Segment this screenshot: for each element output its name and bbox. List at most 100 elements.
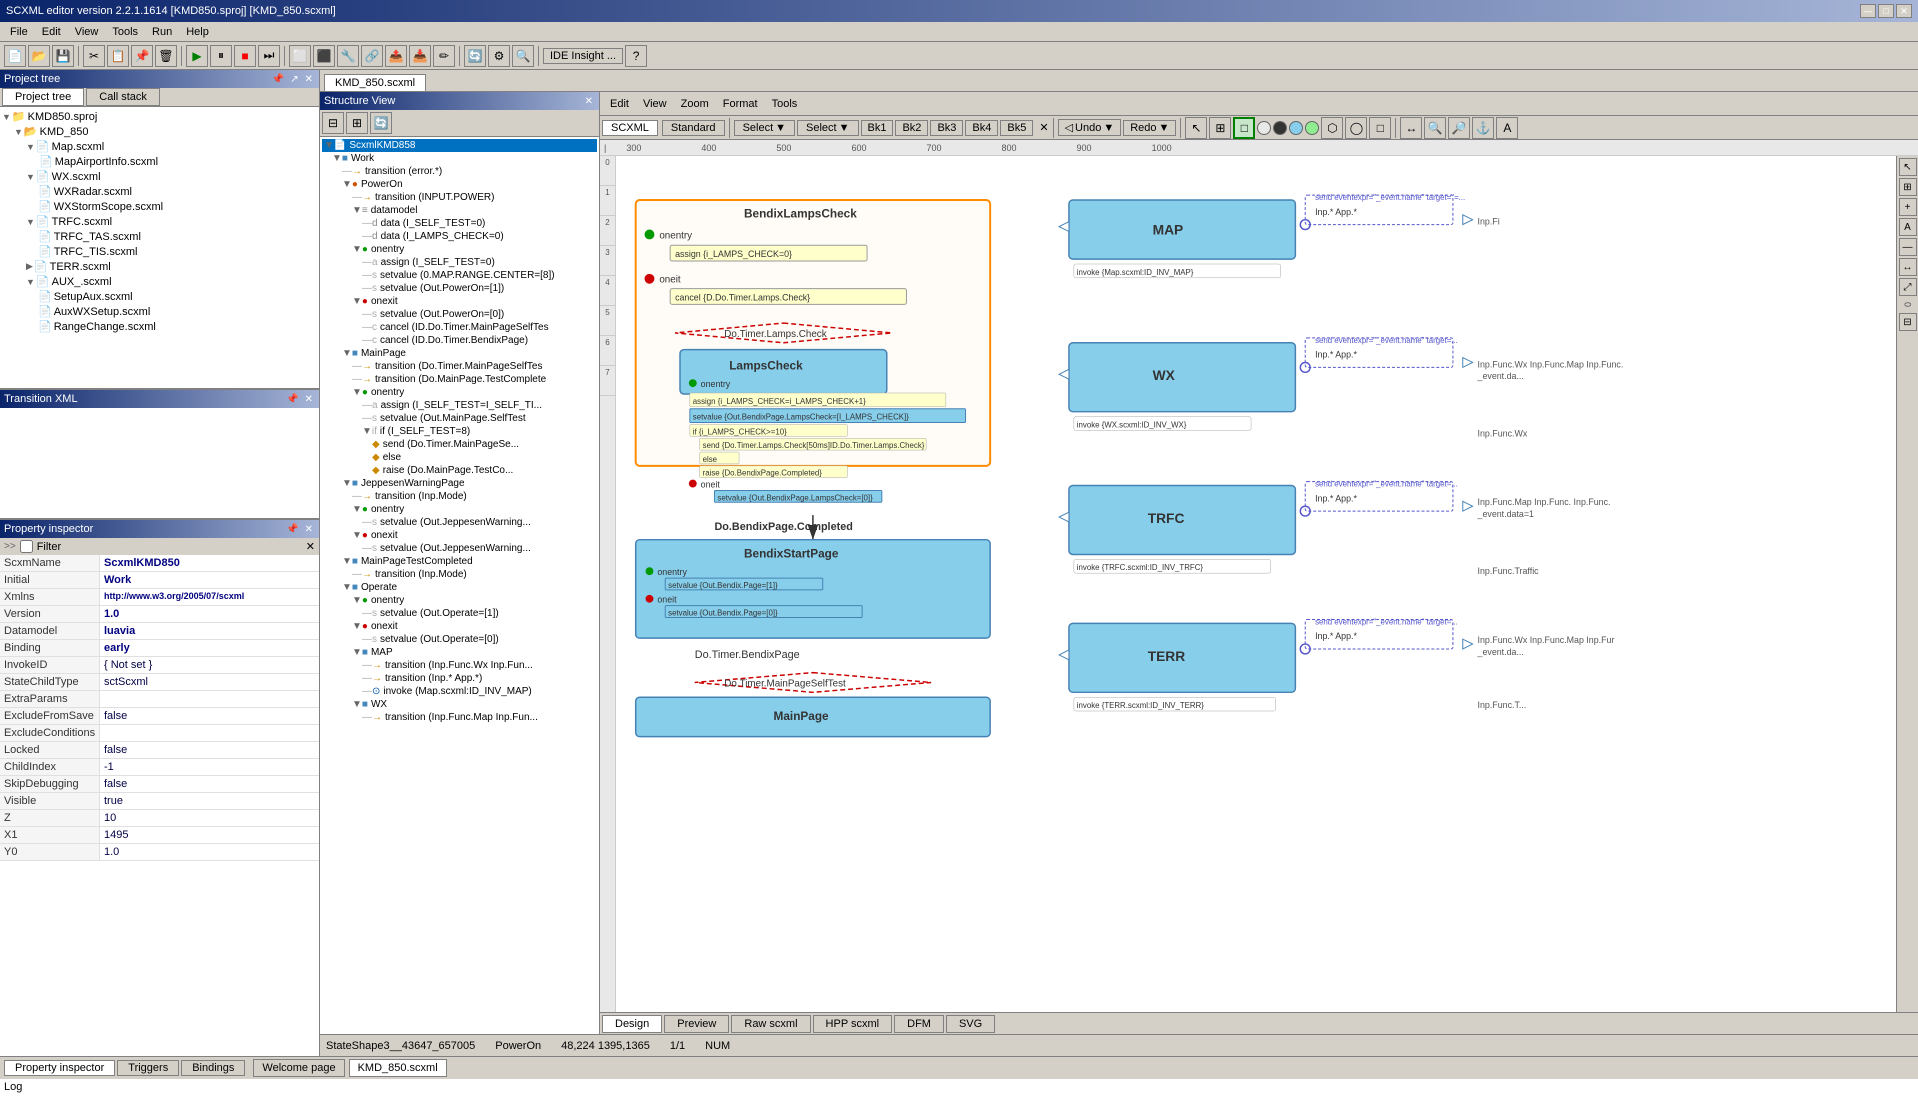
- prop-row-initial[interactable]: Initial Work: [0, 572, 319, 589]
- menu-tools[interactable]: Tools: [106, 24, 144, 40]
- prop-row-visible[interactable]: Visible true: [0, 793, 319, 810]
- structure-content[interactable]: ▼ 📄 ScxmlKMD858 ▼ ■ Work — → transition …: [320, 137, 599, 1034]
- menu-help[interactable]: Help: [180, 24, 215, 40]
- redo-button[interactable]: Redo ▼: [1123, 120, 1176, 136]
- struct-node-trans-inpmode2[interactable]: — → transition (Inp.Mode): [322, 568, 597, 581]
- struct-node-setvalue3[interactable]: — s setvalue (Out.PowerOn=[0]): [322, 308, 597, 321]
- canvas-tool-rect[interactable]: □: [1233, 117, 1255, 139]
- tool10[interactable]: 🔍: [512, 45, 534, 67]
- tab-preview[interactable]: Preview: [664, 1015, 729, 1033]
- canvas-menu-view[interactable]: View: [637, 96, 673, 112]
- struct-node-onentry1[interactable]: ▼ ● onentry: [322, 243, 597, 256]
- filter-checkbox[interactable]: [20, 540, 33, 553]
- struct-node-onexit2[interactable]: ▼ ● onexit: [322, 529, 597, 542]
- struct-node-onentry3[interactable]: ▼ ● onentry: [322, 503, 597, 516]
- tool4[interactable]: 🔗: [361, 45, 383, 67]
- color-circle-1[interactable]: [1257, 121, 1271, 135]
- tree-item-kmd850[interactable]: ▼ 📂 KMD_850: [2, 124, 317, 139]
- tab-svg[interactable]: SVG: [946, 1015, 995, 1033]
- tree-item-terr[interactable]: ▶ 📄 TERR.scxml: [2, 259, 317, 274]
- tree-item-aux[interactable]: ▼ 📄 AUX_.scxml: [2, 274, 317, 289]
- struct-node-map[interactable]: ▼ ■ MAP: [322, 646, 597, 659]
- tree-item-kmd850proj[interactable]: ▼ 📁 KMD850.sproj: [2, 109, 317, 124]
- struct-node-raise1[interactable]: ◆ raise (Do.MainPage.TestCo...: [322, 464, 597, 477]
- prop-row-childindex[interactable]: ChildIndex -1: [0, 759, 319, 776]
- canvas-menu-tools[interactable]: Tools: [766, 96, 804, 112]
- struct-node-data1[interactable]: — d data (I_SELF_TEST=0): [322, 217, 597, 230]
- struct-node-data2[interactable]: — d data (I_LAMPS_CHECK=0): [322, 230, 597, 243]
- save-button[interactable]: 💾: [52, 45, 74, 67]
- tool5[interactable]: 📤: [385, 45, 407, 67]
- tool1[interactable]: ⬜: [289, 45, 311, 67]
- struct-node-scxml[interactable]: ▼ 📄 ScxmlKMD858: [322, 139, 597, 152]
- tab-hppscxml[interactable]: HPP scxml: [813, 1015, 893, 1033]
- prop-row-y0[interactable]: Y0 1.0: [0, 844, 319, 861]
- prop-row-extraparams[interactable]: ExtraParams: [0, 691, 319, 708]
- side-tool-fit[interactable]: ⊟: [1899, 313, 1917, 331]
- struct-node-setvalue1[interactable]: — s setvalue (0.MAP.RANGE.CENTER=[8]): [322, 269, 597, 282]
- open-button[interactable]: 📂: [28, 45, 50, 67]
- side-tool-2[interactable]: ⊞: [1899, 178, 1917, 196]
- tool3[interactable]: 🔧: [337, 45, 359, 67]
- tree-item-auxwx[interactable]: 📄 AuxWXSetup.scxml: [2, 304, 317, 319]
- menu-view[interactable]: View: [69, 24, 105, 40]
- tree-item-trfc[interactable]: ▼ 📄 TRFC.scxml: [2, 214, 317, 229]
- struct-node-setvalue2[interactable]: — s setvalue (Out.PowerOn=[1]): [322, 282, 597, 295]
- pi-pin-btn[interactable]: 📌: [284, 524, 300, 535]
- canvas-menu-zoom[interactable]: Zoom: [675, 96, 715, 112]
- side-tool-1[interactable]: ↖: [1899, 158, 1917, 176]
- struct-node-trans-mainpagetestcomplete[interactable]: — → transition (Do.MainPage.TestComplete: [322, 373, 597, 386]
- prop-row-excludefromsave[interactable]: ExcludeFromSave false: [0, 708, 319, 725]
- struct-node-trans-inp-app[interactable]: — → transition (Inp.* App.*): [322, 672, 597, 685]
- bp-tab-property[interactable]: Property inspector: [4, 1060, 115, 1076]
- panel-float-btn[interactable]: ↗: [288, 74, 300, 85]
- filter-close-btn[interactable]: ✕: [306, 540, 315, 553]
- struct-node-onexit1[interactable]: ▼ ● onexit: [322, 295, 597, 308]
- struct-node-cancel2[interactable]: — c cancel (ID.Do.Timer.BendixPage): [322, 334, 597, 347]
- tool8[interactable]: 🔄: [464, 45, 486, 67]
- prop-row-xmlns[interactable]: Xmlns http://www.w3.org/2005/07/scxml: [0, 589, 319, 606]
- run-button[interactable]: ▶: [186, 45, 208, 67]
- tree-item-trfctas[interactable]: 📄 TRFC_TAS.scxml: [2, 229, 317, 244]
- canvas-tool-move[interactable]: ↔: [1400, 117, 1422, 139]
- tree-item-wx[interactable]: ▼ 📄 WX.scxml: [2, 169, 317, 184]
- file-tab-welcome[interactable]: Welcome page: [253, 1059, 344, 1077]
- tab-project-tree[interactable]: Project tree: [2, 88, 84, 106]
- canvas-tool-select[interactable]: ↖: [1185, 117, 1207, 139]
- struct-node-setvalue8[interactable]: — s setvalue (Out.Operate=[0]): [322, 633, 597, 646]
- prop-row-x1[interactable]: X1 1495: [0, 827, 319, 844]
- struct-node-trans-domainpageselftest[interactable]: — → transition (Do.Timer.MainPageSelfTes: [322, 360, 597, 373]
- canvas-tool-zoom-out[interactable]: □: [1369, 117, 1391, 139]
- file-tab-kmd850[interactable]: KMD_850.scxml: [324, 74, 426, 91]
- struct-node-trans-input-power[interactable]: — → transition (INPUT.POWER): [322, 191, 597, 204]
- delete-button[interactable]: 🗑: [155, 45, 177, 67]
- struct-node-onexit3[interactable]: ▼ ● onexit: [322, 620, 597, 633]
- prop-row-invokeid[interactable]: InvokeID { Not set }: [0, 657, 319, 674]
- side-tool-5[interactable]: —: [1899, 238, 1917, 256]
- struct-node-datamodel[interactable]: ▼ ≡ datamodel: [322, 204, 597, 217]
- paste-button[interactable]: 📌: [131, 45, 153, 67]
- canvas-tool-text[interactable]: A: [1496, 117, 1518, 139]
- color-circle-2[interactable]: [1273, 121, 1287, 135]
- prop-row-statechildtype[interactable]: StateChildType sctScxml: [0, 674, 319, 691]
- prop-row-locked[interactable]: Locked false: [0, 742, 319, 759]
- cut-button[interactable]: ✂: [83, 45, 105, 67]
- canvas-tool-conn[interactable]: ⬡: [1321, 117, 1343, 139]
- wx-state-node[interactable]: [1069, 343, 1295, 412]
- tree-item-wxradar[interactable]: 📄 WXRadar.scxml: [2, 184, 317, 199]
- struct-node-if1[interactable]: ▼ if if (I_SELF_TEST=8): [322, 425, 597, 438]
- tree-item-wxstorm[interactable]: 📄 WXStormScope.scxml: [2, 199, 317, 214]
- prop-row-scxmname[interactable]: ScxmName ScxmlKMD850: [0, 555, 319, 572]
- copy-button[interactable]: 📋: [107, 45, 129, 67]
- new-button[interactable]: 📄: [4, 45, 26, 67]
- canvas-tool-search[interactable]: 🔎: [1448, 117, 1470, 139]
- struct-node-onentry4[interactable]: ▼ ● onentry: [322, 594, 597, 607]
- struct-node-transition-error[interactable]: — → transition (error.*): [322, 165, 597, 178]
- scxml-tab-standard[interactable]: Standard: [662, 120, 725, 136]
- menu-run[interactable]: Run: [146, 24, 178, 40]
- tree-item-trfctis[interactable]: 📄 TRFC_TIS.scxml: [2, 244, 317, 259]
- color-circle-4[interactable]: [1305, 121, 1319, 135]
- struct-node-work[interactable]: ▼ ■ Work: [322, 152, 597, 165]
- struct-node-jeppesenwarning[interactable]: ▼ ■ JeppesenWarningPage: [322, 477, 597, 490]
- canvas-tool-fit[interactable]: ⊞: [1209, 117, 1231, 139]
